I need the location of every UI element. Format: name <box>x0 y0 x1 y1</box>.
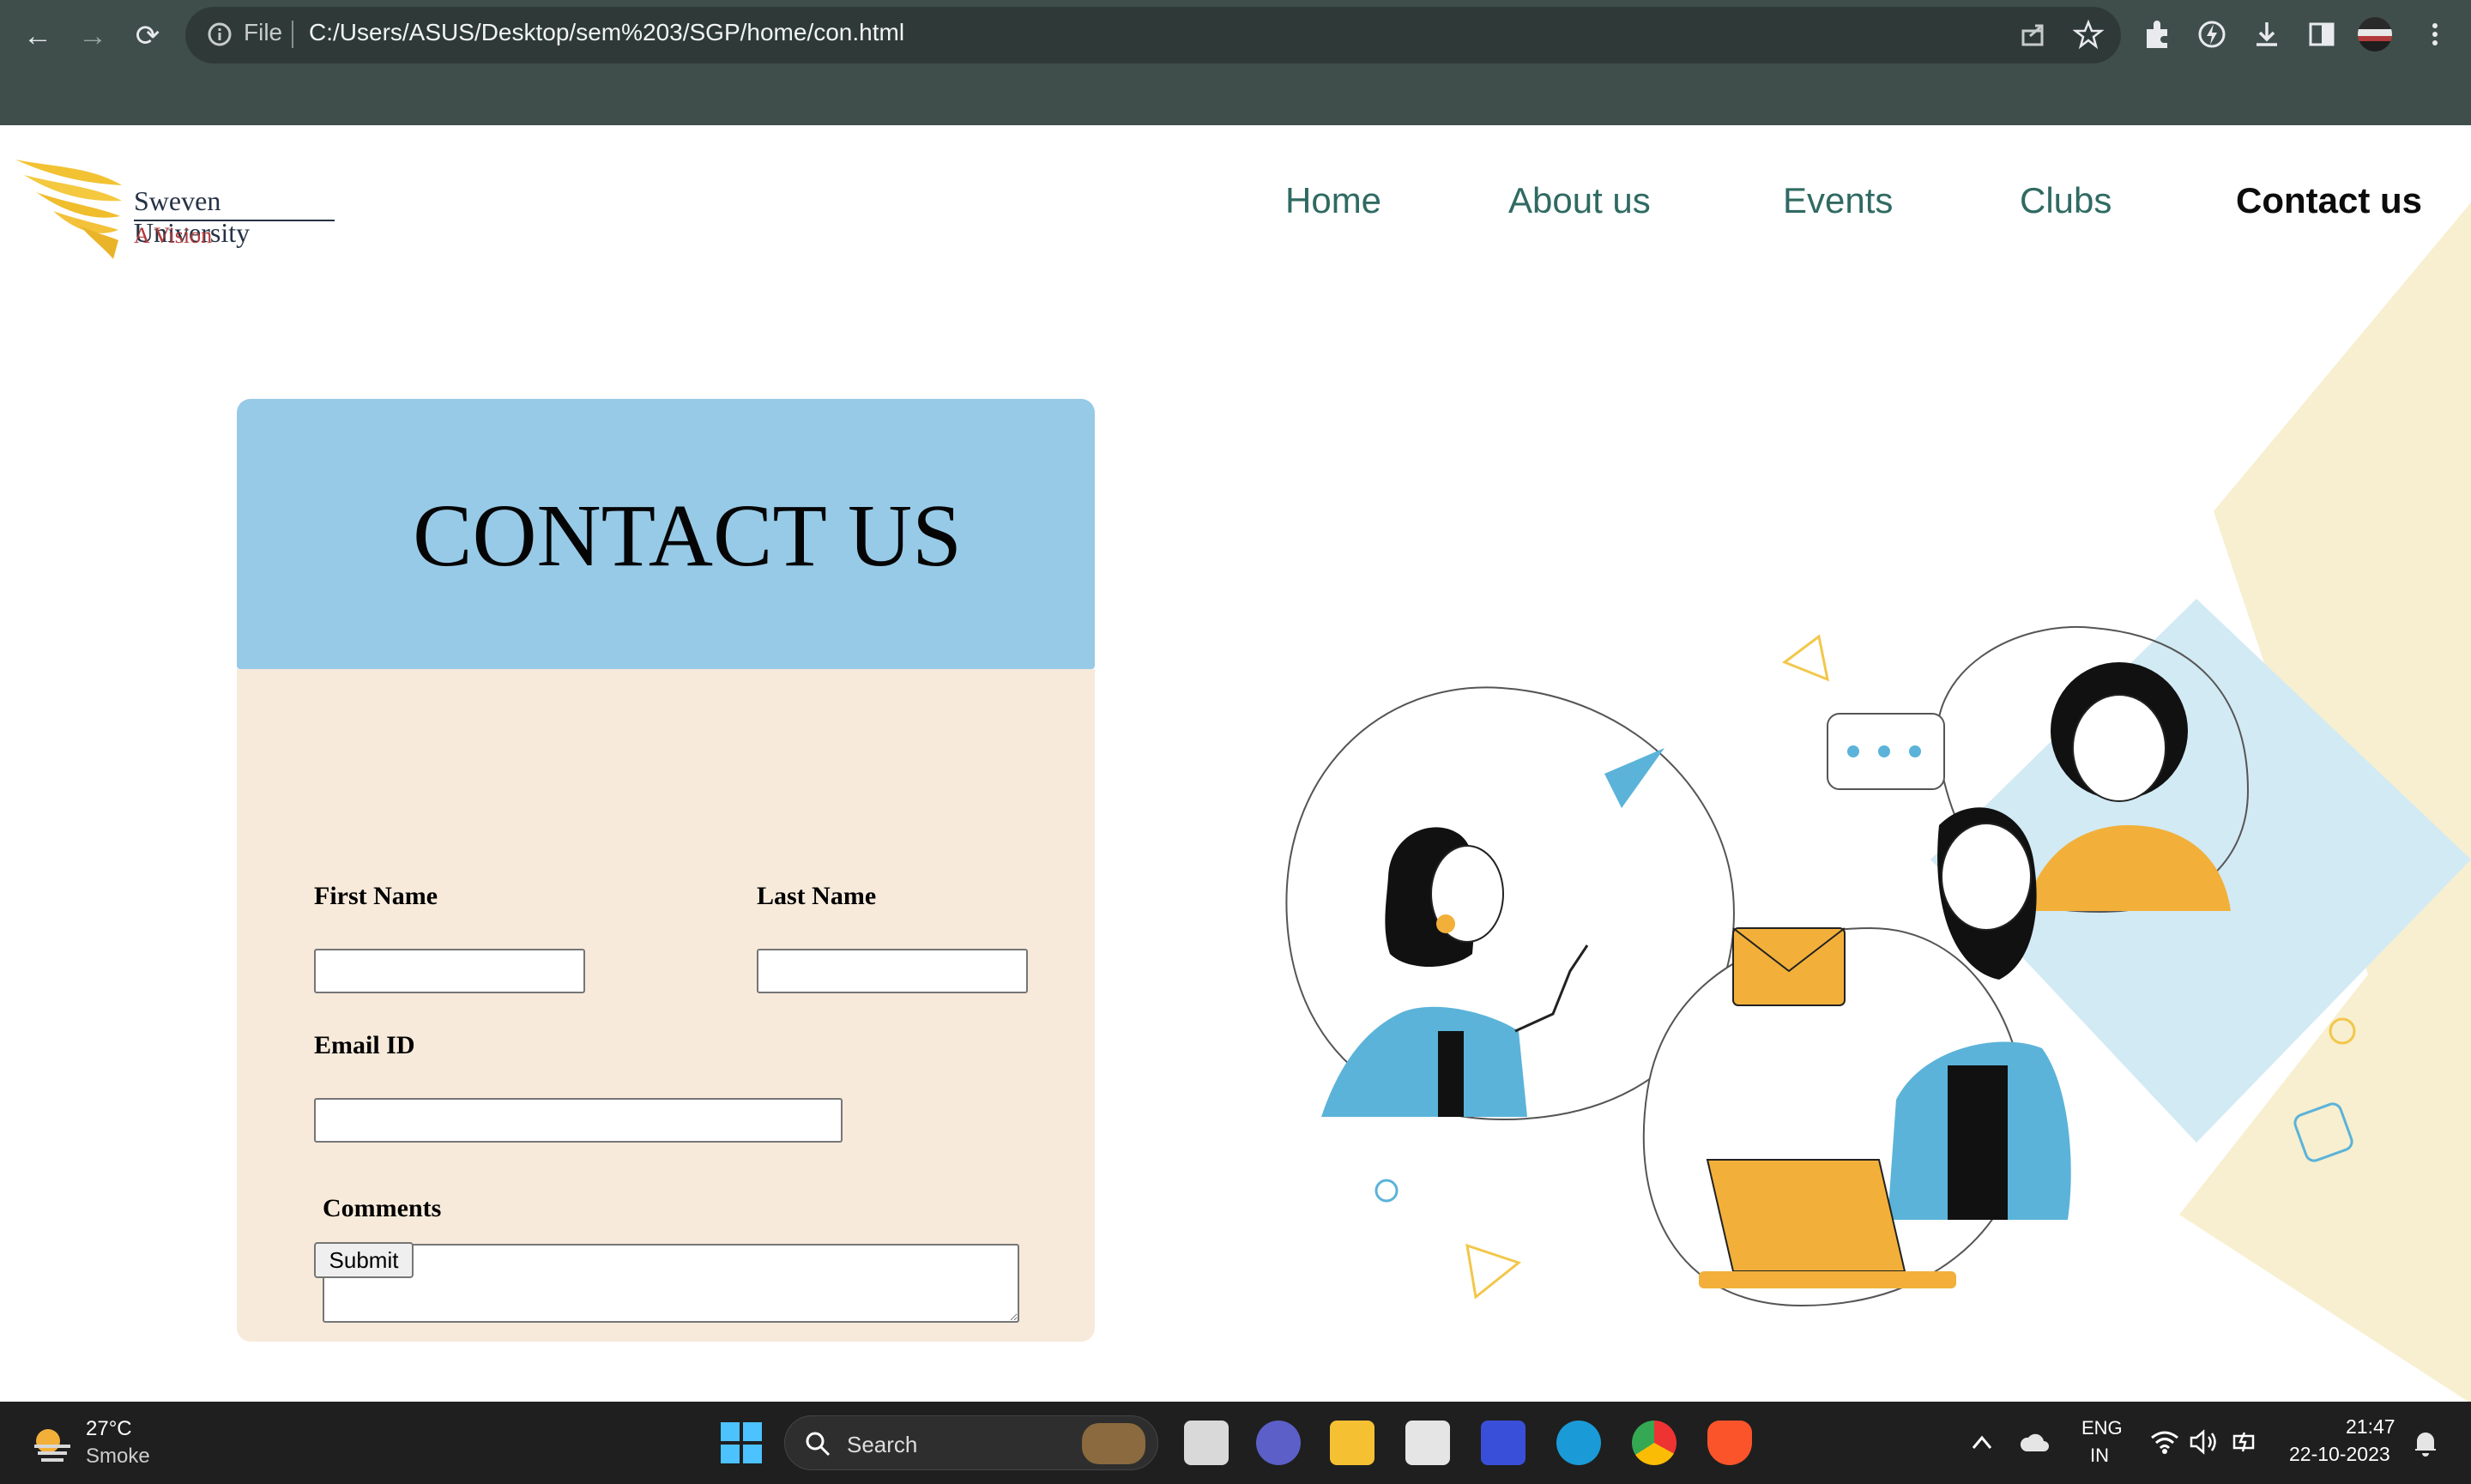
weather-icon[interactable] <box>29 1421 76 1465</box>
nav-clubs[interactable]: Clubs <box>2020 180 2112 221</box>
omnibox-divider <box>292 21 293 48</box>
wing-logo-icon <box>15 160 122 259</box>
contact-card-header: CONTACT US <box>237 399 1095 669</box>
submit-button[interactable]: Submit <box>314 1242 414 1278</box>
bookmark-star-icon[interactable] <box>2073 19 2104 50</box>
last-name-label: Last Name <box>757 882 877 910</box>
chevron-up-icon[interactable] <box>1970 1431 1994 1455</box>
search-highlight-image <box>1082 1423 1145 1464</box>
email-input[interactable] <box>314 1098 843 1143</box>
info-icon[interactable] <box>204 19 235 50</box>
download-icon[interactable] <box>2250 17 2284 51</box>
site-logo[interactable]: Sweven University A Vision <box>14 141 335 261</box>
address-bar[interactable]: File C:/Users/ASUS/Desktop/sem%203/SGP/h… <box>185 7 2121 63</box>
contact-title: CONTACT US <box>413 486 962 585</box>
last-name-input[interactable] <box>757 949 1028 993</box>
language-indicator[interactable]: ENG <box>2081 1417 2123 1439</box>
first-name-label: First Name <box>314 882 438 910</box>
people-chatting-illustration <box>1285 599 2471 1307</box>
search-icon <box>806 1432 831 1457</box>
logo-underline <box>134 220 335 221</box>
nav-events[interactable]: Events <box>1783 180 1893 221</box>
nav-about-us[interactable]: About us <box>1508 180 1651 221</box>
region-indicator[interactable]: IN <box>2090 1445 2109 1467</box>
task-view-icon[interactable] <box>1184 1421 1229 1465</box>
comments-label: Comments <box>323 1194 442 1222</box>
search-placeholder: Search <box>847 1432 918 1457</box>
back-button[interactable]: ← <box>17 15 58 57</box>
forward-button[interactable]: → <box>72 15 113 57</box>
side-panel-icon[interactable] <box>2305 17 2339 51</box>
clock-date[interactable]: 22-10-2023 <box>2289 1443 2390 1466</box>
brave-browser-icon[interactable] <box>1707 1421 1752 1465</box>
comments-textarea[interactable] <box>323 1244 1019 1323</box>
web-page: Sweven University A Vision Home About us… <box>0 125 2471 1402</box>
profile-avatar[interactable] <box>2358 17 2392 51</box>
url-text[interactable]: C:/Users/ASUS/Desktop/sem%203/SGP/home/c… <box>309 19 904 46</box>
notification-bell-icon[interactable] <box>2411 1427 2440 1458</box>
contact-form: First Name Last Name Email ID Comments <box>237 669 1095 1342</box>
teams-chat-icon[interactable] <box>1256 1421 1301 1465</box>
extensions-icon[interactable] <box>2140 17 2174 51</box>
browser-toolbar: ← → ⟳ File C:/Users/ASUS/Desktop/sem%203… <box>0 0 2471 125</box>
performance-icon[interactable] <box>2195 17 2229 51</box>
volume-icon[interactable] <box>2190 1429 2219 1455</box>
logo-tagline: A Vision <box>134 223 213 248</box>
weather-description[interactable]: Smoke <box>86 1445 150 1469</box>
share-icon[interactable] <box>2018 19 2049 50</box>
windows-taskbar: 27°C Smoke Search ENG IN 21:47 22-10-202… <box>0 1402 2471 1484</box>
weather-temperature[interactable]: 27°C <box>86 1417 132 1441</box>
menu-dots-icon[interactable] <box>2418 17 2452 51</box>
edge-browser-icon[interactable] <box>1556 1421 1601 1465</box>
battery-charging-icon[interactable] <box>2231 1427 2260 1457</box>
first-name-input[interactable] <box>314 949 585 993</box>
chrome-browser-icon[interactable] <box>1632 1421 1677 1465</box>
microsoft-store-icon[interactable] <box>1405 1421 1450 1465</box>
wifi-icon[interactable] <box>2150 1429 2179 1455</box>
taskbar-search[interactable]: Search <box>784 1415 1158 1470</box>
nav-contact-us[interactable]: Contact us <box>2236 180 2422 221</box>
windows-start-icon[interactable] <box>719 1421 764 1465</box>
reload-button[interactable]: ⟳ <box>127 15 168 57</box>
file-scheme-label: File <box>244 19 283 45</box>
file-explorer-icon[interactable] <box>1330 1421 1374 1465</box>
onedrive-cloud-icon[interactable] <box>2020 1431 2051 1455</box>
nav-home[interactable]: Home <box>1285 180 1381 221</box>
email-label: Email ID <box>314 1031 415 1059</box>
clock-time[interactable]: 21:47 <box>2346 1415 2395 1439</box>
developer-app-icon[interactable] <box>1481 1421 1525 1465</box>
